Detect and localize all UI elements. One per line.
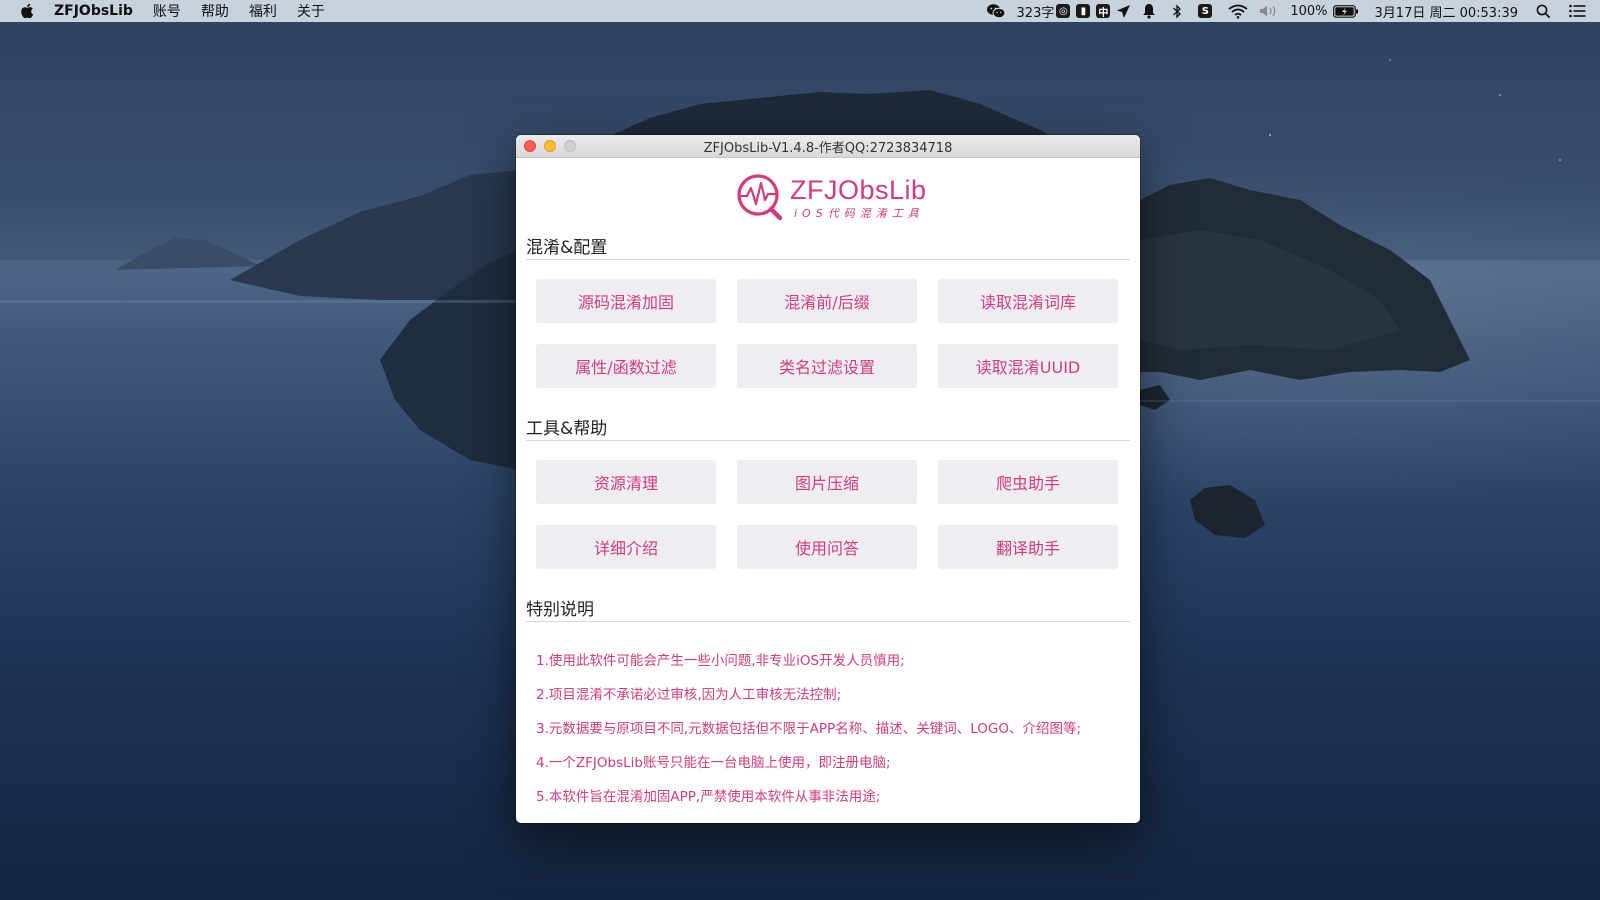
- notification-bell-icon[interactable]: [1142, 0, 1156, 22]
- note-item: 4.一个ZFJObsLib账号只能在一台电脑上使用，即注册电脑;: [536, 755, 891, 771]
- menu-item-help[interactable]: 帮助: [201, 1, 229, 21]
- spotlight-search-icon[interactable]: [1536, 0, 1551, 22]
- property-function-filter-button[interactable]: 属性/函数过滤: [536, 344, 716, 388]
- battery-percent-text[interactable]: 100%: [1290, 0, 1327, 22]
- read-wordlist-button[interactable]: 读取混淆词库: [938, 279, 1118, 323]
- wechat-icon[interactable]: [986, 0, 1006, 22]
- minimize-window-button[interactable]: [544, 140, 556, 152]
- recorder-icon[interactable]: ◎: [1056, 0, 1071, 22]
- logo-name: ZFJObsLib: [790, 175, 927, 205]
- bluetooth-icon[interactable]: [1172, 0, 1182, 22]
- read-uuid-button[interactable]: 读取混淆UUID: [938, 344, 1118, 388]
- section-divider: [526, 440, 1130, 441]
- datetime-text[interactable]: 3月17日 周二 00:53:39: [1375, 0, 1518, 22]
- note-item: 1.使用此软件可能会产生一些小问题,非专业iOS开发人员慎用;: [536, 653, 905, 669]
- magnifier-pulse-icon: [737, 174, 783, 221]
- menu-item-about[interactable]: 关于: [297, 1, 325, 21]
- prefix-suffix-button[interactable]: 混淆前/后缀: [737, 279, 917, 323]
- window-title: ZFJObsLib-V1.4.8-作者QQ:2723834718: [703, 140, 953, 156]
- resource-cleanup-button[interactable]: 资源清理: [536, 460, 716, 504]
- zoom-window-button[interactable]: [564, 140, 576, 152]
- menu-item-account[interactable]: 账号: [153, 1, 181, 21]
- section-divider: [526, 259, 1130, 260]
- battery-icon[interactable]: [1332, 0, 1359, 22]
- note-item: 2.项目混淆不承诺必过审核,因为人工审核无法控制;: [536, 687, 842, 703]
- app-logo: ZFJObsLib iOS代码混淆工具: [734, 171, 927, 221]
- obfuscate-source-button[interactable]: 源码混淆加固: [536, 279, 716, 323]
- input-count-text[interactable]: 323字: [1017, 0, 1055, 22]
- image-compress-button[interactable]: 图片压缩: [737, 460, 917, 504]
- menu-app-name[interactable]: ZFJObsLib: [54, 3, 133, 19]
- wifi-icon[interactable]: [1228, 0, 1248, 22]
- notification-center-icon[interactable]: [1569, 0, 1586, 22]
- apple-menu-icon[interactable]: [20, 3, 34, 19]
- send-icon[interactable]: [1116, 0, 1131, 22]
- microphone-icon[interactable]: ▮: [1076, 0, 1091, 22]
- volume-icon[interactable]: [1259, 0, 1279, 22]
- note-item: 3.元数据要与原项目不同,元数据包括但不限于APP名称、描述、关键词、LOGO、…: [536, 721, 1081, 737]
- logo-tagline: iOS代码混淆工具: [794, 207, 924, 220]
- section-title-tools: 工具&帮助: [526, 419, 608, 439]
- close-window-button[interactable]: [524, 140, 536, 152]
- class-name-filter-button[interactable]: 类名过滤设置: [737, 344, 917, 388]
- menu-bar: ZFJObsLib 账号 帮助 福利 关于 323字 ◎ ▮ 中 S 100% …: [0, 0, 1600, 22]
- section-title-notes: 特别说明: [526, 600, 594, 620]
- window-controls: [524, 140, 576, 152]
- detailed-intro-button[interactable]: 详细介绍: [536, 525, 716, 569]
- note-item: 5.本软件旨在混淆加固APP,严禁使用本软件从事非法用途;: [536, 789, 881, 805]
- input-method-icon[interactable]: 中: [1096, 0, 1111, 22]
- translate-assistant-button[interactable]: 翻译助手: [938, 525, 1118, 569]
- menu-item-welfare[interactable]: 福利: [249, 1, 277, 21]
- window-titlebar[interactable]: ZFJObsLib-V1.4.8-作者QQ:2723834718: [516, 135, 1140, 158]
- sync-app-icon[interactable]: S: [1198, 0, 1213, 22]
- section-divider: [526, 621, 1130, 622]
- app-window: ZFJObsLib-V1.4.8-作者QQ:2723834718 ZFJObsL…: [516, 135, 1140, 823]
- crawler-assistant-button[interactable]: 爬虫助手: [938, 460, 1118, 504]
- faq-button[interactable]: 使用问答: [737, 525, 917, 569]
- section-title-config: 混淆&配置: [526, 238, 608, 258]
